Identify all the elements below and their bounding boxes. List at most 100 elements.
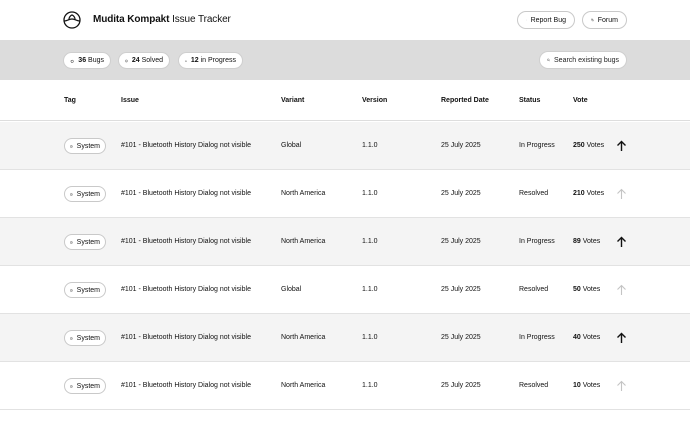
vote-number: 40: [573, 334, 581, 341]
info-circle-icon: [70, 384, 73, 388]
vote-count: 10 Votes: [573, 382, 600, 389]
upvote-arrow-icon[interactable]: [616, 284, 627, 296]
issue-title[interactable]: #101 - Bluetooth History Dialog not visi…: [121, 190, 251, 197]
search-label: Search existing bugs: [554, 56, 619, 64]
column-header-variant[interactable]: Variant: [281, 97, 304, 104]
bugs-label: Bugs: [86, 57, 104, 64]
table-row[interactable]: System #101 - Bluetooth History Dialog n…: [0, 314, 690, 362]
vote-number: 250: [573, 142, 585, 149]
tag-badge[interactable]: System: [64, 234, 106, 250]
status-cell: Resolved: [519, 286, 549, 293]
upvote-arrow-icon[interactable]: [616, 380, 627, 392]
tag-label: System: [76, 190, 100, 198]
issue-title[interactable]: #101 - Bluetooth History Dialog not visi…: [121, 382, 251, 389]
issue-title[interactable]: #101 - Bluetooth History Dialog not visi…: [121, 238, 251, 245]
table-row[interactable]: System #101 - Bluetooth History Dialog n…: [0, 122, 690, 170]
search-icon: [547, 58, 550, 62]
vote-count: 89 Votes: [573, 238, 600, 245]
variant-cell: Global: [281, 142, 302, 149]
version-cell: 1.1.0: [362, 238, 378, 245]
status-cell: In Progress: [519, 334, 555, 341]
in-progress-count-text: 12 in Progress: [191, 57, 236, 64]
column-header-version[interactable]: Version: [362, 97, 387, 104]
forum-label: Forum: [597, 16, 618, 24]
issue-title[interactable]: #101 - Bluetooth History Dialog not visi…: [121, 142, 251, 149]
table-row[interactable]: System #101 - Bluetooth History Dialog n…: [0, 266, 690, 314]
tag-label: System: [76, 382, 100, 390]
version-cell: 1.1.0: [362, 190, 378, 197]
solved-count-chip[interactable]: 24 Solved: [118, 52, 170, 69]
vote-number: 50: [573, 286, 581, 293]
reported-date-cell: 25 July 2025: [441, 286, 481, 293]
column-header-tag[interactable]: Tag: [64, 97, 76, 104]
vote-number: 10: [573, 382, 581, 389]
info-circle-icon: [70, 144, 73, 148]
solved-count-text: 24 Solved: [132, 57, 163, 64]
vote-count: 210 Votes: [573, 190, 604, 197]
issue-title[interactable]: #101 - Bluetooth History Dialog not visi…: [121, 286, 251, 293]
variant-cell: North America: [281, 190, 326, 197]
vote-unit: Votes: [580, 382, 601, 389]
column-header-vote[interactable]: Vote: [573, 97, 588, 104]
vote-unit: Votes: [584, 190, 605, 197]
tag-badge[interactable]: System: [64, 378, 106, 394]
column-header-issue[interactable]: Issue: [121, 97, 139, 104]
vote-count: 40 Votes: [573, 334, 600, 341]
tag-badge[interactable]: System: [64, 282, 106, 298]
table-row[interactable]: System #101 - Bluetooth History Dialog n…: [0, 218, 690, 266]
tag-badge[interactable]: System: [64, 138, 106, 154]
reported-date-cell: 25 July 2025: [441, 238, 481, 245]
vote-number: 210: [573, 190, 585, 197]
info-circle-icon: [70, 336, 73, 340]
issue-title[interactable]: #101 - Bluetooth History Dialog not visi…: [121, 334, 251, 341]
reported-date-cell: 25 July 2025: [441, 382, 481, 389]
solved-count: 24: [131, 57, 140, 64]
table-header: Tag Issue Variant Version Reported Date …: [0, 80, 690, 121]
upvote-arrow-icon[interactable]: [616, 236, 627, 248]
reported-date-cell: 25 July 2025: [441, 142, 481, 149]
bug-icon: [70, 59, 74, 63]
bugs-count-chip[interactable]: 36 Bugs: [63, 52, 111, 69]
tag-badge[interactable]: System: [64, 330, 106, 346]
mudita-logo-icon[interactable]: [63, 11, 81, 29]
vote-unit: Votes: [580, 238, 601, 245]
vote-number: 89: [573, 238, 581, 245]
upvote-arrow-icon[interactable]: [616, 188, 627, 200]
reported-date-cell: 25 July 2025: [441, 190, 481, 197]
tag-label: System: [76, 142, 100, 150]
table-row[interactable]: System #101 - Bluetooth History Dialog n…: [0, 362, 690, 410]
tag-label: System: [76, 286, 100, 294]
vote-count: 50 Votes: [573, 286, 600, 293]
chat-bubbles-icon: [591, 18, 594, 22]
upvote-arrow-icon[interactable]: [616, 140, 627, 152]
search-bugs-button[interactable]: Search existing bugs: [539, 51, 627, 69]
bug-icon: [526, 19, 527, 21]
check-circle-icon: [125, 59, 128, 62]
report-bug-button[interactable]: Report Bug: [517, 11, 575, 29]
forum-button[interactable]: Forum: [582, 11, 627, 29]
upvote-arrow-icon[interactable]: [616, 332, 627, 344]
in-progress-count-chip[interactable]: 12 in Progress: [178, 52, 243, 69]
version-cell: 1.1.0: [362, 334, 378, 341]
in-progress-label: in Progress: [198, 57, 236, 64]
solved-label: Solved: [139, 57, 163, 64]
warning-triangle-icon: [185, 59, 187, 62]
version-cell: 1.1.0: [362, 382, 378, 389]
version-cell: 1.1.0: [362, 286, 378, 293]
tag-badge[interactable]: System: [64, 186, 106, 202]
variant-cell: North America: [281, 238, 326, 245]
status-cell: In Progress: [519, 238, 555, 245]
info-circle-icon: [70, 240, 73, 244]
column-header-reported-date[interactable]: Reported Date: [441, 97, 489, 104]
column-header-status[interactable]: Status: [519, 97, 540, 104]
brand-suffix: Issue Tracker: [169, 14, 231, 25]
tag-label: System: [76, 238, 100, 246]
bugs-count: 36: [78, 57, 87, 64]
info-circle-icon: [70, 288, 73, 292]
vote-unit: Votes: [580, 286, 601, 293]
reported-date-cell: 25 July 2025: [441, 334, 481, 341]
vote-unit: Votes: [580, 334, 601, 341]
vote-count: 250 Votes: [573, 142, 604, 149]
table-row[interactable]: System #101 - Bluetooth History Dialog n…: [0, 170, 690, 218]
vote-unit: Votes: [584, 142, 605, 149]
